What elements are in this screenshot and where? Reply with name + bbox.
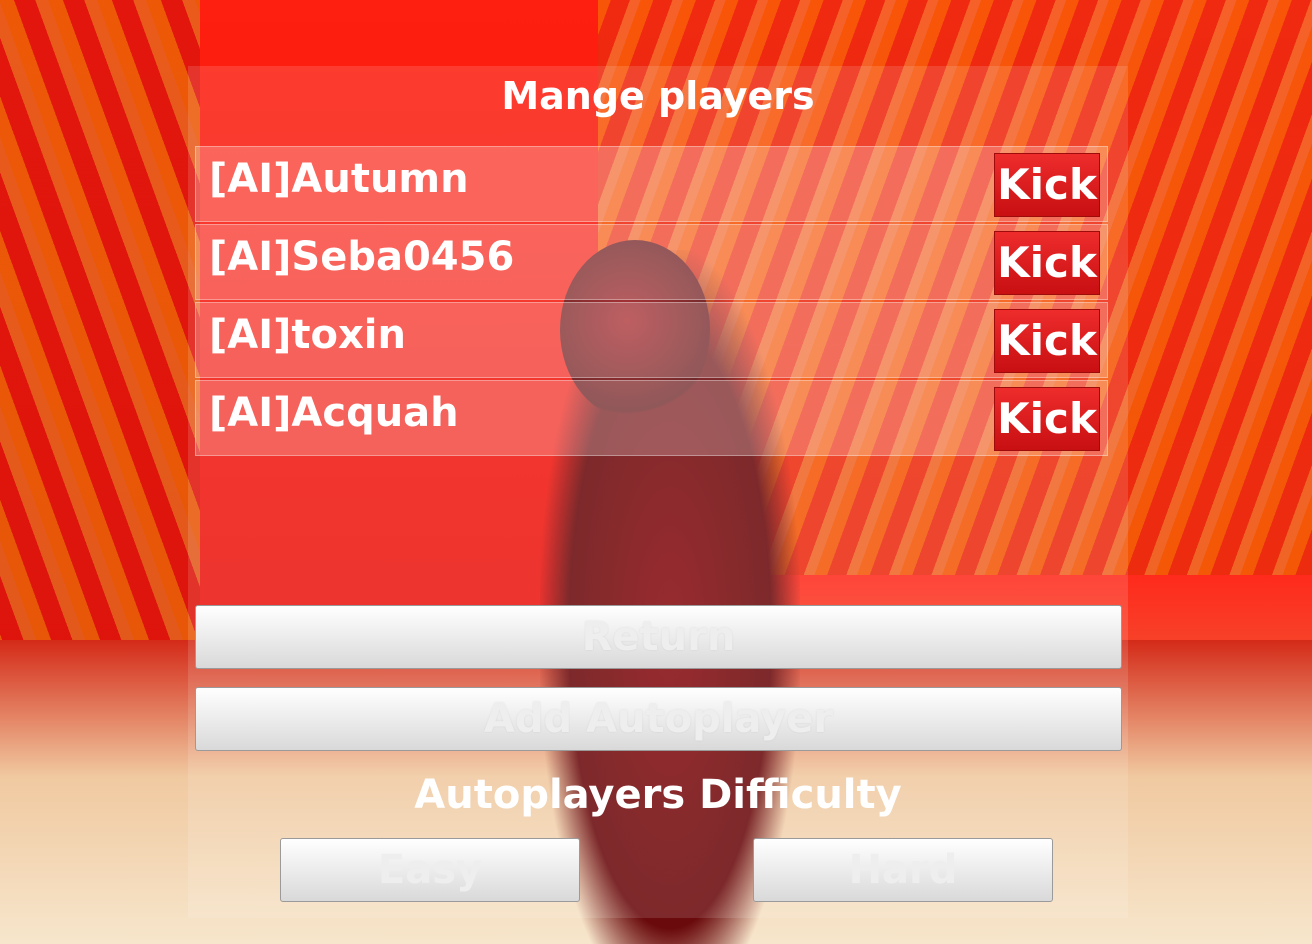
return-button[interactable]: Return xyxy=(195,605,1122,669)
player-row: [AI]toxin Kick xyxy=(195,302,1108,378)
kick-button[interactable]: Kick xyxy=(994,153,1100,217)
panel-title: Mange players xyxy=(501,74,815,118)
player-row: [AI]Acquah Kick xyxy=(195,380,1108,456)
difficulty-heading: Autoplayers Difficulty xyxy=(414,772,902,818)
player-name: [AI]toxin xyxy=(209,312,406,358)
easy-difficulty-button[interactable]: Easy xyxy=(280,838,580,902)
player-name: [AI]Acquah xyxy=(209,390,459,436)
add-autoplayer-button[interactable]: Add Autoplayer xyxy=(195,687,1122,751)
kick-button[interactable]: Kick xyxy=(994,309,1100,373)
player-name: [AI]Seba0456 xyxy=(209,234,515,280)
hard-difficulty-button[interactable]: Hard xyxy=(753,838,1053,902)
player-row: [AI]Seba0456 Kick xyxy=(195,224,1108,300)
kick-button[interactable]: Kick xyxy=(994,231,1100,295)
kick-button[interactable]: Kick xyxy=(994,387,1100,451)
player-name: [AI]Autumn xyxy=(209,156,469,202)
player-row: [AI]Autumn Kick xyxy=(195,146,1108,222)
